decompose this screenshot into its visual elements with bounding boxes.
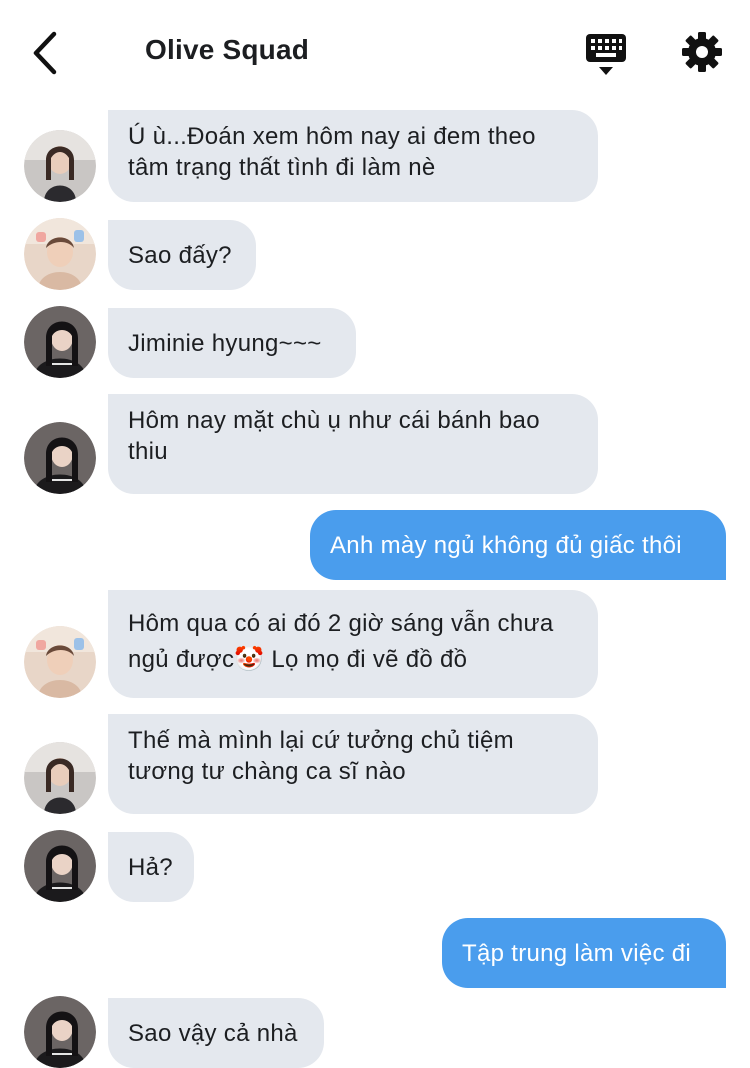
avatar[interactable] bbox=[24, 130, 96, 202]
chevron-left-icon bbox=[33, 31, 57, 75]
avatar[interactable] bbox=[24, 422, 96, 494]
message-text: Hôm qua có ai đó 2 giờ sáng vẫn chưa ngủ… bbox=[128, 610, 554, 673]
message-text: Hả? bbox=[128, 853, 173, 881]
message-text: Sao vậy cả nhà bbox=[128, 1019, 298, 1047]
avatar-girl-dark-image bbox=[24, 996, 96, 1068]
back-button[interactable] bbox=[28, 30, 64, 76]
message-list[interactable]: Ú ù...Đoán xem hôm nay ai đem theo tâm t… bbox=[0, 0, 750, 1068]
avatar[interactable] bbox=[24, 996, 96, 1068]
avatar-girl-dark-image bbox=[24, 830, 96, 902]
keyboard-button[interactable] bbox=[584, 32, 628, 78]
message-bubble-outgoing[interactable]: Tập trung làm việc đi bbox=[442, 918, 726, 988]
avatar-girl-light-image bbox=[24, 130, 96, 202]
message-text: Thế mà mình lại cứ tưởng chủ tiệm tương … bbox=[128, 727, 514, 785]
message-text: Hôm nay mặt chù ụ như cái bánh bao thiu bbox=[128, 407, 540, 465]
avatar-girl-dark-image bbox=[24, 306, 96, 378]
message-bubble-outgoing[interactable]: Anh mày ngủ không đủ giấc thôi bbox=[310, 510, 726, 580]
avatar[interactable] bbox=[24, 742, 96, 814]
message-bubble[interactable]: Ú ù...Đoán xem hôm nay ai đem theo tâm t… bbox=[108, 110, 598, 202]
message-bubble[interactable]: Sao đấy? bbox=[108, 220, 256, 290]
message-bubble[interactable]: Hôm qua có ai đó 2 giờ sáng vẫn chưa ngủ… bbox=[108, 590, 598, 698]
avatar[interactable] bbox=[24, 830, 96, 902]
avatar-girl-dark-image bbox=[24, 422, 96, 494]
chat-header: Olive Squad bbox=[0, 0, 750, 104]
avatar-boy-image bbox=[24, 626, 96, 698]
settings-button[interactable] bbox=[681, 31, 723, 73]
message-text: Anh mày ngủ không đủ giấc thôi bbox=[330, 531, 682, 559]
avatar-girl-light-image bbox=[24, 742, 96, 814]
message-bubble[interactable]: Jiminie hyung~~~ bbox=[108, 308, 356, 378]
avatar[interactable] bbox=[24, 626, 96, 698]
avatar[interactable] bbox=[24, 218, 96, 290]
keyboard-icon bbox=[586, 34, 626, 75]
avatar-boy-image bbox=[24, 218, 96, 290]
message-bubble[interactable]: Hôm nay mặt chù ụ như cái bánh bao thiu bbox=[108, 394, 598, 494]
message-bubble[interactable]: Sao vậy cả nhà bbox=[108, 998, 324, 1068]
message-text: Ú ù...Đoán xem hôm nay ai đem theo tâm t… bbox=[128, 123, 536, 181]
chat-title: Olive Squad bbox=[145, 34, 310, 65]
message-text: Sao đấy? bbox=[128, 241, 232, 269]
avatar[interactable] bbox=[24, 306, 96, 378]
message-text: Jiminie hyung~~~ bbox=[128, 329, 322, 357]
message-text: Tập trung làm việc đi bbox=[462, 939, 692, 967]
message-bubble[interactable]: Hả? bbox=[108, 832, 194, 902]
message-bubble[interactable]: Thế mà mình lại cứ tưởng chủ tiệm tương … bbox=[108, 714, 598, 814]
gear-icon bbox=[682, 32, 722, 72]
